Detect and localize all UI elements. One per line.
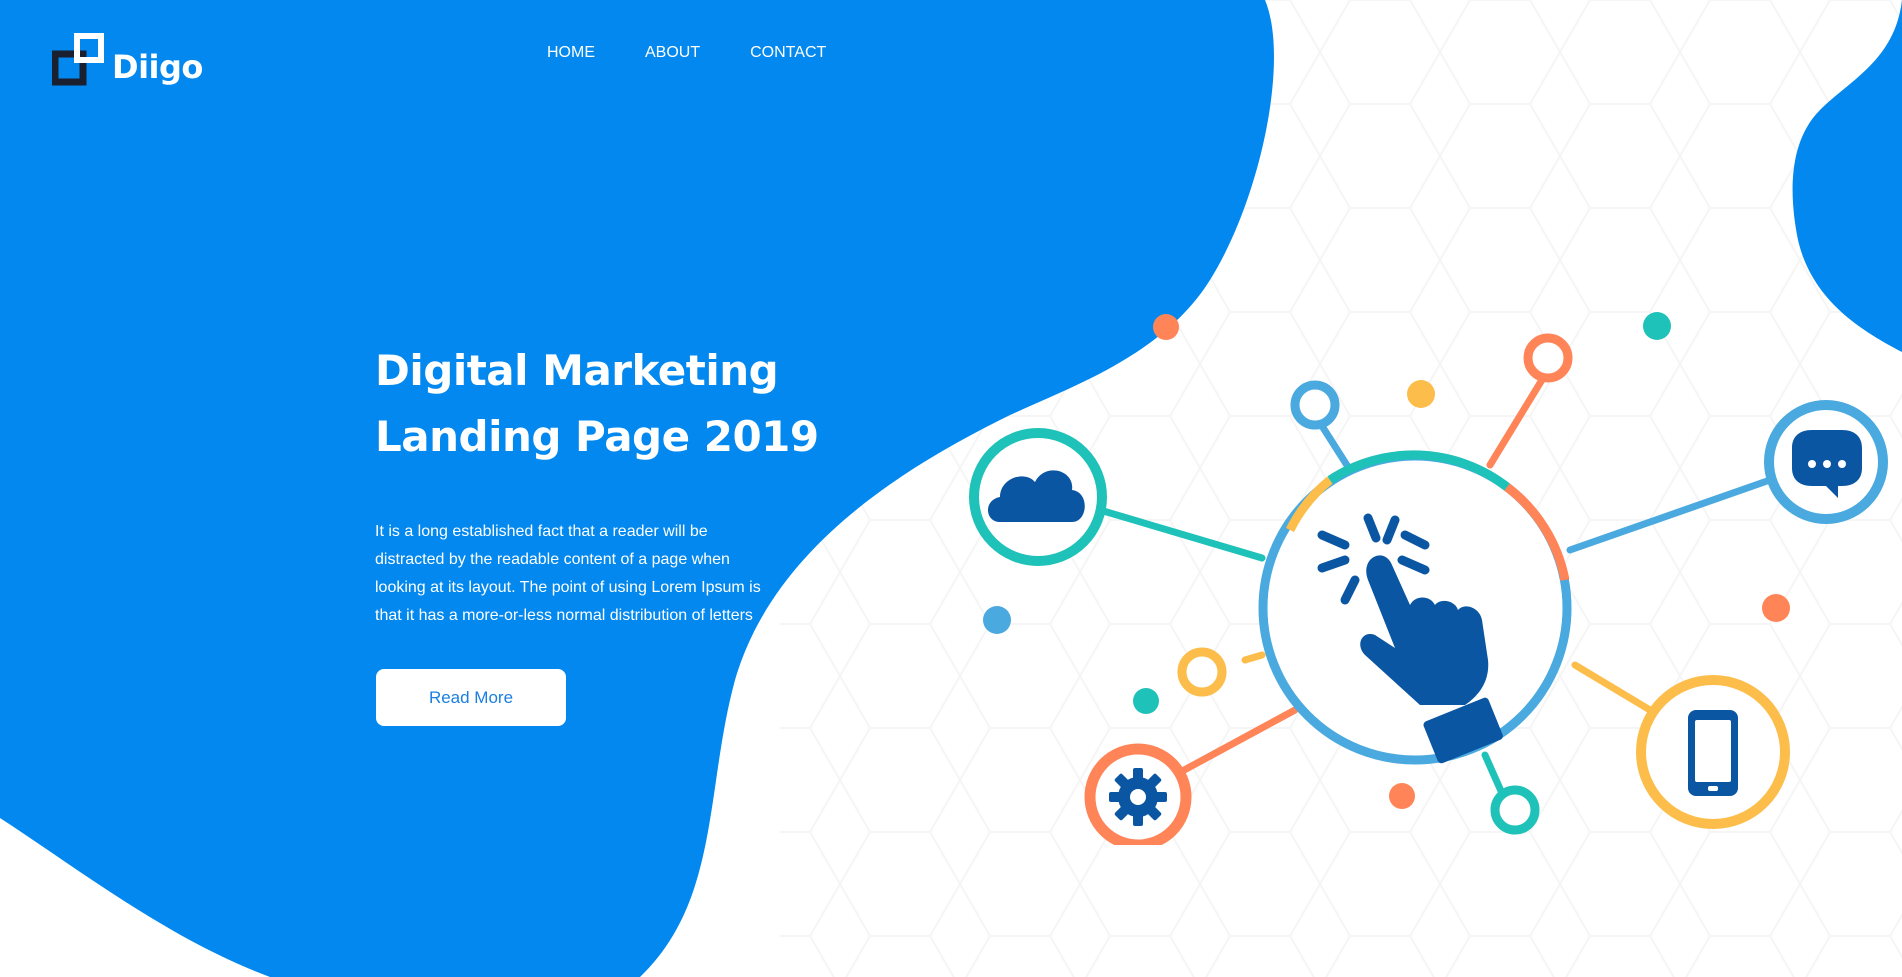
- hero-description: It is a long established fact that a rea…: [375, 518, 775, 628]
- hero-title-line-1: Digital Marketing: [375, 346, 779, 395]
- hero-description-line: distracted by the readable content of a …: [375, 551, 730, 568]
- gear-icon: [1109, 768, 1167, 826]
- landing-page: Diigo HOME ABOUT CONTACT Digital Marketi…: [0, 0, 1902, 977]
- read-more-button[interactable]: Read More: [376, 669, 566, 726]
- hero-description-line: that it has a more-or-less normal distri…: [375, 607, 753, 624]
- logo-squares-icon: [52, 33, 104, 86]
- smartphone-icon: [1688, 710, 1738, 796]
- ring-node-orange: [1523, 333, 1573, 383]
- brand-name: Diigo: [112, 48, 203, 86]
- ring-node-teal: [1490, 785, 1540, 835]
- cloud-node: [969, 428, 1107, 566]
- hero-description-line: It is a long established fact that a rea…: [375, 523, 708, 540]
- ring-node-yellow: [1177, 647, 1227, 697]
- nav-contact[interactable]: CONTACT: [750, 44, 826, 62]
- nav-home[interactable]: HOME: [547, 44, 595, 62]
- network-illustration: [969, 312, 1888, 845]
- hero-description-line: looking at its layout. The point of usin…: [375, 579, 761, 596]
- main-nav: HOME ABOUT CONTACT: [547, 44, 876, 62]
- nav-about[interactable]: ABOUT: [645, 44, 700, 62]
- phone-node: [1636, 675, 1790, 829]
- hero-title-line-2: Landing Page 2019: [375, 412, 819, 461]
- gear-node: [1084, 743, 1192, 845]
- hero-title: Digital Marketing Landing Page 2019: [375, 338, 835, 470]
- brand-logo[interactable]: Diigo: [52, 33, 203, 91]
- chat-node: [1764, 400, 1888, 524]
- ring-node-blue: [1290, 380, 1340, 430]
